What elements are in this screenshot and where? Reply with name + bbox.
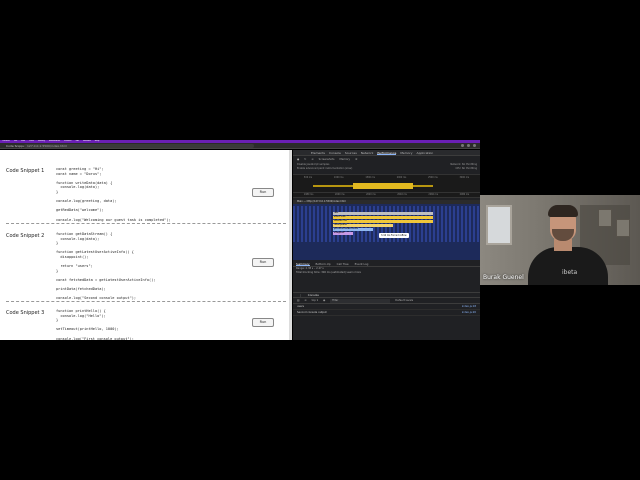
console-drawer: ⋮ Console ▤ ⊘ top ▾ ◉ Filter Default lev…: [293, 292, 480, 340]
ruler-tick-label: 2020 ms: [366, 193, 376, 196]
console-message-text: Second console output: [297, 311, 327, 314]
address-bar[interactable]: 127.0.0.1:5500/index.html: [24, 144, 254, 148]
shirt-logo: ibeta: [562, 269, 578, 276]
presenter-body: [528, 247, 608, 285]
overview-tick-label: 2000 ms: [396, 176, 407, 179]
summary-detail: Total blocking time: 306 ms (estimated) …: [296, 271, 361, 274]
console-filter-input[interactable]: Filter: [330, 299, 391, 303]
snippet-title: Code Snippet 1: [6, 168, 45, 174]
clear-icon[interactable]: ⊘: [311, 157, 313, 162]
console-message-text: users: [297, 305, 305, 308]
devtools-tab[interactable]: Elements: [311, 150, 325, 155]
page-scrollbar[interactable]: [289, 150, 292, 340]
run-button[interactable]: Run: [252, 318, 274, 327]
console-message: Second console output index.js:20: [293, 310, 480, 316]
webcam-feed: ibeta Burak Guenel: [480, 195, 640, 285]
flame-block[interactable]: getLatestUserActiveInfo: [333, 228, 373, 231]
ruler-tick-label: 2080 ms: [459, 193, 470, 196]
snippet-title: Code Snippet 2: [6, 233, 45, 239]
overview-ticks: 500 ms 1000 ms 1500 ms 2000 ms 2500 ms 3000 m…: [293, 176, 480, 180]
divider: [6, 223, 286, 224]
screenshots-checkbox[interactable]: Screenshots: [319, 157, 335, 162]
performance-toolbar: ● ↻ ⊘ Screenshots Memory ⚙: [293, 157, 480, 162]
context-select[interactable]: top ▾: [312, 298, 318, 303]
flame-block[interactable]: disappoint: [333, 232, 353, 235]
run-button[interactable]: Run: [252, 188, 274, 197]
ruler-tick-label: 2040 ms: [397, 193, 407, 196]
console-source-link[interactable]: index.js:18: [462, 304, 476, 309]
devtools-tab[interactable]: Console: [329, 150, 341, 155]
memory-checkbox[interactable]: Memory: [340, 157, 351, 162]
shared-screen: Chrome File Edit View History Bookmarks Profil…: [0, 140, 480, 340]
capture-settings: Disable JavaScript samples Network: No t…: [297, 163, 477, 173]
overview-tick-label: 3000 ms: [459, 176, 470, 179]
cpu-throttle-select[interactable]: CPU: No throttling: [455, 167, 477, 171]
details-tab[interactable]: Summary: [296, 262, 310, 266]
browser-toolbar: Code Snippets 127.0.0.1:5500/index.html: [0, 143, 480, 149]
advanced-paint-option[interactable]: Enable advanced paint instrumentation (s…: [297, 167, 352, 171]
devtools-tab[interactable]: Network: [361, 150, 374, 155]
ruler-tick-label: 2000 ms: [334, 193, 345, 196]
code-snippets-page: Code Snippet 1 const greeting = "Hi"; co…: [0, 150, 291, 340]
devtools-tab[interactable]: Memory: [400, 150, 412, 155]
reload-icon[interactable]: ↻: [304, 157, 306, 162]
flame-block[interactable]: Function Call: [333, 220, 433, 223]
presenter-hair: [548, 205, 578, 217]
details-tab[interactable]: Call Tree: [337, 262, 349, 266]
background-window: [486, 205, 512, 245]
console-drawer-tab[interactable]: Console: [308, 293, 319, 297]
extension-icon[interactable]: [461, 144, 464, 147]
flame-block[interactable]: Task: [333, 212, 433, 215]
devtools-tab[interactable]: Sources: [345, 150, 357, 155]
ruler-tick-label: 1980 ms: [303, 193, 314, 196]
snippet-title: Code Snippet 3: [6, 310, 45, 316]
snippet-code: function getDataStream() { console.log(d…: [56, 232, 156, 301]
details-tab[interactable]: Event Log: [355, 262, 369, 266]
devtools-tabs: Elements Console Sources Network Performance…: [293, 150, 480, 156]
overview-tick-label: 2500 ms: [428, 176, 438, 179]
console-source-link[interactable]: index.js:20: [462, 310, 476, 315]
cpu-activity-peak: [353, 183, 413, 189]
flame-chart[interactable]: Main — http://127.0.0.1:5500/index.html …: [293, 200, 480, 260]
eye-icon[interactable]: ◉: [323, 298, 325, 303]
console-sidebar-icon[interactable]: ▤: [297, 298, 299, 303]
profile-icon[interactable]: [467, 144, 470, 147]
menu-icon[interactable]: [473, 144, 476, 147]
record-icon[interactable]: ●: [297, 157, 299, 162]
overview-tick-label: 1000 ms: [333, 176, 344, 179]
presenter-name: Burak Guenel: [483, 274, 524, 281]
main-thread-header[interactable]: Main — http://127.0.0.1:5500/index.html: [293, 200, 480, 204]
browser-extension-icons: [461, 144, 476, 147]
ruler-tick-label: 2060 ms: [428, 193, 438, 196]
divider: [6, 301, 286, 302]
overview-tick-label: 500 ms: [303, 176, 313, 179]
timeline-ruler: 1980 ms 2000 ms 2020 ms 2040 ms 2060 ms 2080 …: [293, 192, 480, 197]
console-clear-icon[interactable]: ⊘: [304, 298, 306, 303]
details-pane: Summary Bottom-Up Call Tree Event Log Range…: [293, 262, 480, 290]
flame-tooltip: 3.16 ms Forced reflow: [379, 233, 409, 238]
snippet-code: const greeting = "Hi"; const name = "Dor…: [56, 167, 171, 222]
devtools-tab[interactable]: Performance: [377, 150, 397, 155]
settings-gear-icon[interactable]: ⚙: [355, 157, 357, 162]
snippet-code: function printHello() { console.log("Hel…: [56, 309, 134, 340]
console-messages: users index.js:18 Second console output ind…: [293, 304, 480, 316]
overview-tick-label: 1500 ms: [365, 176, 375, 179]
flame-block[interactable]: (anonymous): [333, 224, 393, 227]
timeline-overview[interactable]: 500 ms 1000 ms 1500 ms 2000 ms 2500 ms 3000 m…: [293, 174, 480, 198]
devtools-panel: Elements Console Sources Network Performance…: [293, 150, 480, 340]
details-tab[interactable]: Bottom-Up: [316, 262, 331, 266]
log-levels-select[interactable]: Default levels: [395, 298, 413, 303]
devtools-tab[interactable]: Application: [417, 150, 434, 155]
drawer-menu-icon[interactable]: ⋮: [299, 293, 302, 297]
flame-block[interactable]: Event: click: [333, 216, 433, 219]
flame-lower-tracks: [293, 244, 480, 254]
run-button[interactable]: Run: [252, 258, 274, 267]
